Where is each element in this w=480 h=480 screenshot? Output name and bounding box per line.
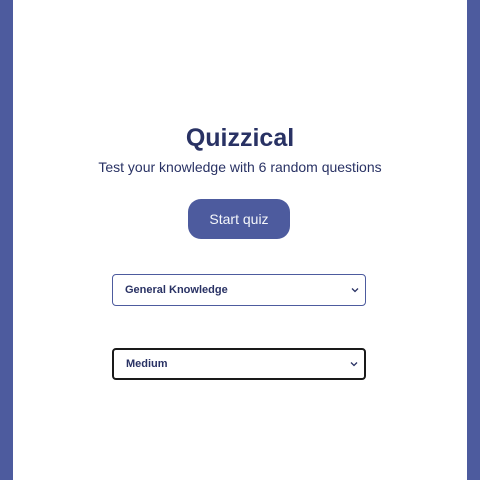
difficulty-select[interactable]: Medium <box>112 348 366 380</box>
chevron-down-icon <box>350 362 358 367</box>
page-title: Quizzical <box>185 124 295 152</box>
category-select[interactable]: General Knowledge <box>112 274 366 306</box>
main-panel: Quizzical Test your knowledge with 6 ran… <box>13 0 467 480</box>
category-select-value: General Knowledge <box>125 284 228 296</box>
chevron-down-icon <box>351 288 359 293</box>
start-quiz-button[interactable]: Start quiz <box>188 199 290 239</box>
difficulty-select-value: Medium <box>126 358 168 370</box>
page-subtitle: Test your knowledge with 6 random questi… <box>98 159 382 175</box>
